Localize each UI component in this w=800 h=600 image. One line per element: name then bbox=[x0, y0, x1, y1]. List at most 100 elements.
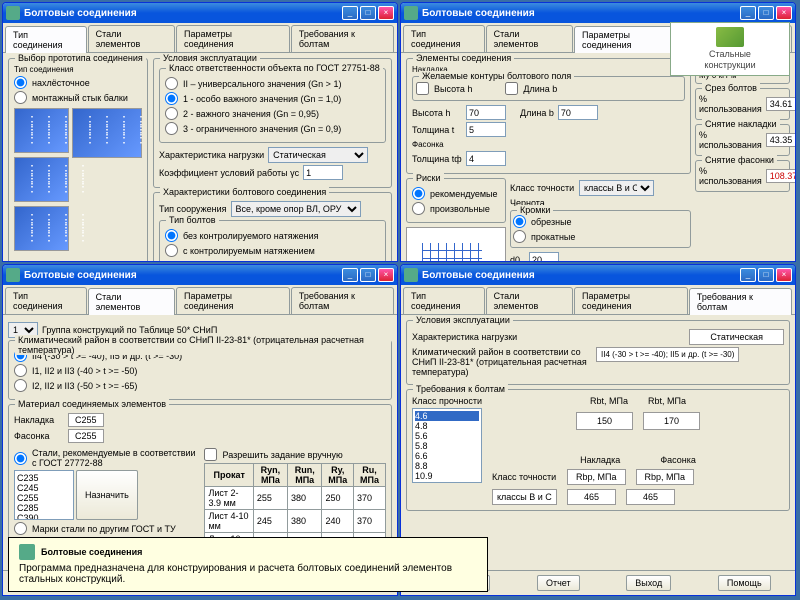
list-item[interactable]: С255 bbox=[17, 493, 71, 503]
group-prototype: Выбор прототипа соединения Тип соединени… bbox=[8, 58, 148, 261]
btn-exit[interactable]: Выход bbox=[626, 575, 671, 591]
strength-list[interactable]: 4.64.85.65.86.68.810.9"селект" bbox=[412, 408, 482, 483]
group-conditions-br: Условия эксплуатации Характеристика нагр… bbox=[406, 320, 790, 385]
group-class: Класс ответственности объекта по ГОСТ 27… bbox=[159, 68, 386, 143]
radio-overlap-label: нахлёсточное bbox=[32, 78, 90, 88]
input-h[interactable] bbox=[466, 105, 506, 120]
maximize-button[interactable]: □ bbox=[758, 268, 774, 282]
select-load-char[interactable]: Статическая bbox=[268, 147, 368, 163]
close-button[interactable]: × bbox=[378, 268, 394, 282]
maximize-button[interactable]: □ bbox=[360, 6, 376, 20]
group-title: Условия эксплуатации bbox=[160, 53, 260, 63]
group-title: Характеристики болтового соединения bbox=[160, 187, 329, 197]
app-icon bbox=[404, 6, 418, 20]
maximize-button[interactable]: □ bbox=[758, 6, 774, 20]
input-coef[interactable] bbox=[303, 165, 343, 180]
check-manual[interactable] bbox=[204, 448, 217, 461]
group-conditions: Условия эксплуатации Класс ответственнос… bbox=[153, 58, 392, 188]
close-button[interactable]: × bbox=[378, 6, 394, 20]
list-item[interactable]: С285 bbox=[17, 503, 71, 513]
btn-report[interactable]: Отчет bbox=[537, 575, 580, 591]
btn-help[interactable]: Помощь bbox=[718, 575, 771, 591]
label-load-char: Характеристика нагрузки bbox=[159, 150, 264, 160]
titlebar[interactable]: Болтовые соединения _ □ × bbox=[3, 265, 397, 285]
list-item[interactable]: С390 bbox=[17, 513, 71, 520]
tab-steel[interactable]: Стали элементов bbox=[88, 25, 175, 52]
group-srez: Срез болтов % использования34.61 bbox=[695, 88, 790, 120]
check-height[interactable] bbox=[416, 82, 429, 95]
group-climate: Климатический район в соответствии со СН… bbox=[8, 340, 392, 400]
tab-params[interactable]: Параметры соединения bbox=[176, 25, 290, 52]
window-title: Болтовые соединения bbox=[24, 8, 340, 19]
list-item[interactable]: "селект" bbox=[415, 481, 479, 483]
tab-bolts[interactable]: Требования к болтам bbox=[291, 25, 394, 52]
product-badge: Стальныеконструкции bbox=[670, 22, 790, 76]
prototype-thumb-1[interactable] bbox=[14, 108, 69, 153]
list-item[interactable]: 4.8 bbox=[415, 421, 479, 431]
app-icon bbox=[404, 268, 418, 282]
list-item[interactable]: 4.6 bbox=[415, 411, 479, 421]
assign-button[interactable]: Назначить bbox=[76, 470, 138, 520]
group-edge: Кромки обрезные прокатные bbox=[510, 210, 691, 248]
tab-type[interactable]: Тип соединения bbox=[5, 26, 87, 53]
minimize-button[interactable]: _ bbox=[342, 268, 358, 282]
prototype-thumb-2[interactable] bbox=[14, 157, 69, 202]
group-title: Класс ответственности объекта по ГОСТ 27… bbox=[166, 63, 383, 73]
group-sfas: Снятие фасонки % использования108.37 bbox=[695, 160, 790, 192]
steel-list[interactable]: С235С245С255С285С390С390КС440 bbox=[14, 470, 74, 520]
group-snat: Снятие накладки % использования43.35 bbox=[695, 124, 790, 156]
group-bolt-req: Требования к болтам Класс прочности 4.64… bbox=[406, 389, 790, 511]
tooltip: Болтовые соединения Программа предназнач… bbox=[8, 537, 488, 592]
radio-gn4[interactable] bbox=[165, 122, 178, 135]
bolt-sketch bbox=[406, 227, 506, 261]
table-row: Лист 4-10 мм245380240370 bbox=[205, 510, 386, 533]
list-item[interactable]: 8.8 bbox=[415, 461, 479, 471]
check-length[interactable] bbox=[505, 82, 518, 95]
input-t[interactable] bbox=[466, 122, 506, 137]
prototype-preview bbox=[72, 108, 142, 158]
close-button[interactable]: × bbox=[776, 268, 792, 282]
window-top-left: Болтовые соединения _ □ × Тип соединения… bbox=[2, 2, 398, 262]
app-icon bbox=[6, 268, 20, 282]
select-struct-type[interactable]: Все, кроме опор ВЛ, ОРУ и КС bbox=[231, 201, 361, 217]
list-item[interactable]: 5.8 bbox=[415, 441, 479, 451]
minimize-button[interactable]: _ bbox=[342, 6, 358, 20]
prototype-thumb-3[interactable] bbox=[14, 206, 69, 251]
value-srez: 34.61 bbox=[766, 97, 795, 111]
radio-gn3[interactable] bbox=[165, 107, 178, 120]
minimize-button[interactable]: _ bbox=[740, 268, 756, 282]
list-item[interactable]: С245 bbox=[17, 483, 71, 493]
radio-beam-label: монтажный стык балки bbox=[32, 93, 128, 103]
badge-icon bbox=[716, 27, 744, 47]
value-snat: 43.35 bbox=[766, 133, 795, 147]
input-d0[interactable] bbox=[529, 252, 559, 261]
maximize-button[interactable]: □ bbox=[360, 268, 376, 282]
titlebar[interactable]: Болтовые соединения _ □ × bbox=[401, 265, 795, 285]
group-risk: Риски рекомендуемые произвольные bbox=[406, 178, 506, 223]
radio-gn2[interactable] bbox=[165, 92, 178, 105]
radio-gn1[interactable] bbox=[165, 77, 178, 90]
radio-overlap[interactable] bbox=[14, 76, 27, 89]
input-b[interactable] bbox=[558, 105, 598, 120]
value-sfas: 108.37 bbox=[766, 169, 795, 183]
radio-no-tension[interactable] bbox=[165, 229, 178, 242]
app-icon bbox=[6, 6, 20, 20]
list-item[interactable]: 5.6 bbox=[415, 431, 479, 441]
label-conn-type: Тип соединения bbox=[14, 65, 142, 74]
radio-beam[interactable] bbox=[14, 91, 27, 104]
group-elements: Элементы соединения Накладка Желаемые ко… bbox=[406, 58, 691, 174]
radio-tension[interactable] bbox=[165, 244, 178, 257]
tooltip-icon bbox=[19, 544, 35, 560]
minimize-button[interactable]: _ bbox=[740, 6, 756, 20]
select-class[interactable]: классы B и C bbox=[579, 180, 654, 196]
list-item[interactable]: С235 bbox=[17, 473, 71, 483]
input-tf[interactable] bbox=[466, 151, 506, 166]
list-item[interactable]: 10.9 bbox=[415, 471, 479, 481]
titlebar[interactable]: Болтовые соединения _ □ × bbox=[401, 3, 795, 23]
table-row: Лист 2-3.9 мм255380250370 bbox=[205, 487, 386, 510]
list-item[interactable]: 6.6 bbox=[415, 451, 479, 461]
close-button[interactable]: × bbox=[776, 6, 792, 20]
label-struct-type: Тип сооружения bbox=[159, 204, 227, 214]
titlebar[interactable]: Болтовые соединения _ □ × bbox=[3, 3, 397, 23]
group-bolt-char: Характеристики болтового соединения Тип … bbox=[153, 192, 392, 261]
